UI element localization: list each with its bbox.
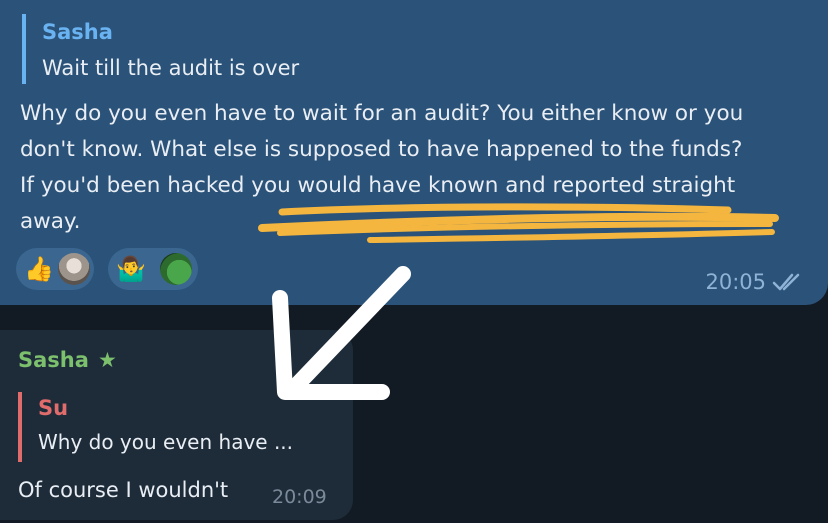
reply-quote[interactable]: Su Why do you even have ... (18, 392, 293, 462)
reply-quote[interactable]: Sasha Wait till the audit is over (22, 14, 299, 84)
reactor-avatar (160, 253, 192, 285)
reaction-thumbs-up[interactable]: 👍 (16, 248, 94, 290)
reply-quote-text: Wait till the audit is over (42, 56, 300, 80)
sender-name[interactable]: Sasha (18, 348, 89, 372)
star-icon: ★ (98, 348, 117, 372)
message-line: If you'd been hacked you would have know… (20, 173, 736, 198)
message-text: Of course I wouldn't (18, 478, 229, 502)
thumbs-up-icon: 👍 (24, 255, 54, 283)
message-text: Why do you even have to wait for an audi… (20, 96, 820, 240)
reply-quote-author: Sasha (42, 20, 113, 44)
message-line: Why do you even have to wait for an audi… (20, 101, 744, 126)
message-time: 20:05 (705, 270, 766, 294)
message-time: 20:09 (272, 486, 327, 508)
incoming-message-bubble[interactable]: Sasha ★ Su Why do you even have ... Of c… (0, 330, 353, 520)
message-line: don't know. What else is supposed to hav… (20, 137, 743, 162)
message-line: away. (20, 209, 81, 234)
reactor-avatar (58, 253, 90, 285)
reaction-shrug[interactable]: 🤷‍♂️ (108, 248, 198, 290)
outgoing-message-bubble[interactable]: Sasha Wait till the audit is over Why do… (0, 0, 828, 305)
double-check-icon (772, 273, 800, 291)
reply-quote-author: Su (38, 396, 69, 420)
reply-quote-text: Why do you even have ... (38, 430, 294, 454)
person-shrugging-icon: 🤷‍♂️ (116, 255, 146, 283)
